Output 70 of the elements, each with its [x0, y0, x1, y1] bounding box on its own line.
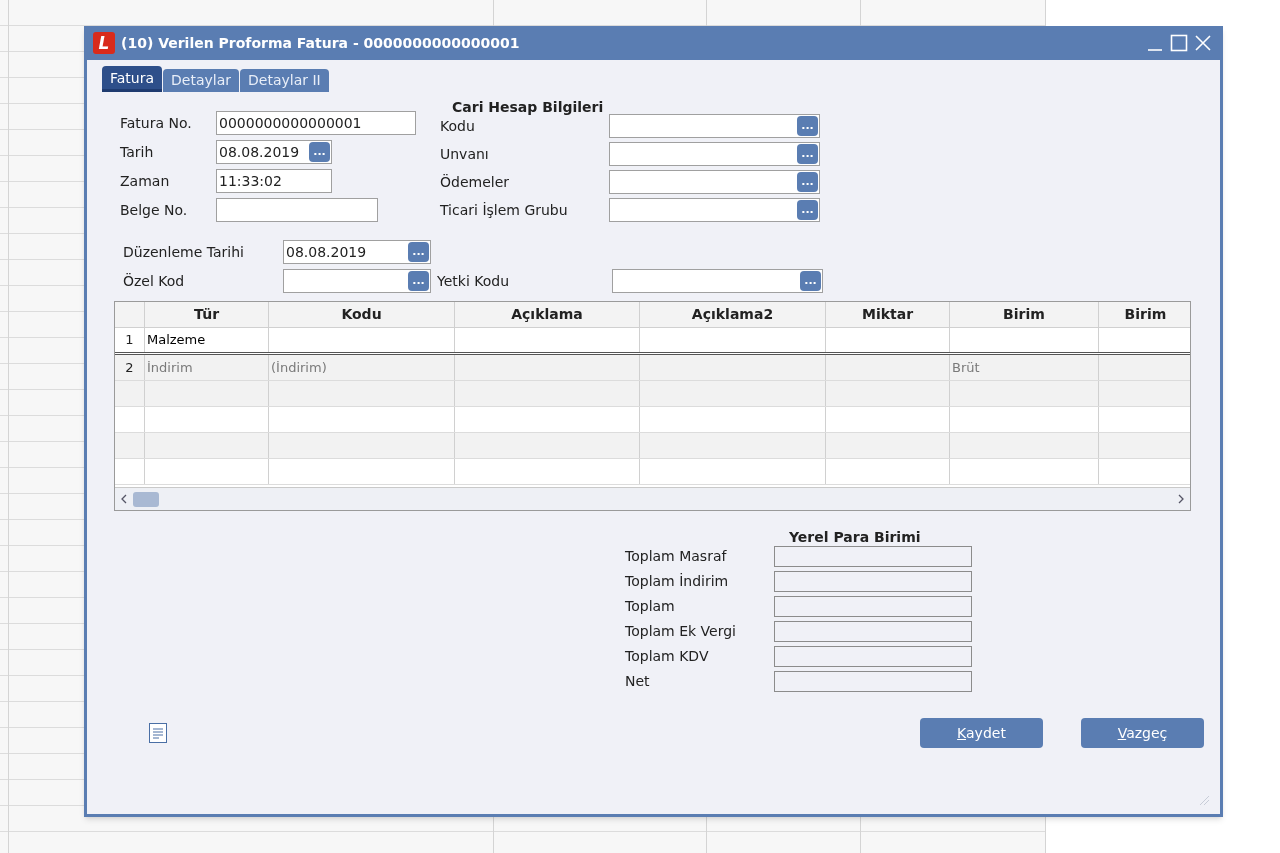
- app-logo: L: [93, 32, 115, 54]
- field-label: Zaman: [120, 171, 171, 191]
- table-cell-text: İndirim: [147, 358, 193, 377]
- horizontal-scrollbar[interactable]: [115, 487, 1190, 510]
- row-number: 2: [125, 358, 134, 377]
- field-label: Belge No.: [120, 200, 189, 220]
- field-label: Ödemeler: [440, 172, 511, 192]
- lookup-button[interactable]: ...: [408, 242, 429, 262]
- lookup-button[interactable]: ...: [797, 116, 818, 136]
- field-value: 08.08.2019: [218, 142, 300, 162]
- input-field[interactable]: 08.08.2019 ...: [283, 240, 431, 264]
- field-value: 08.08.2019: [285, 242, 367, 262]
- column-header[interactable]: Miktar: [861, 304, 914, 325]
- lookup-button[interactable]: ...: [797, 144, 818, 164]
- input-field[interactable]: ...: [609, 114, 820, 138]
- dialog-button[interactable]: Vazgeç: [1081, 718, 1204, 748]
- field-label: Fatura No.: [120, 113, 193, 133]
- tab[interactable]: Fatura: [102, 66, 163, 92]
- lookup-button[interactable]: ...: [800, 271, 821, 291]
- notes-icon[interactable]: [148, 722, 168, 744]
- field-label: Toplam Masraf: [625, 547, 728, 566]
- resize-grip-icon[interactable]: [1198, 794, 1210, 806]
- field-value: 11:33:02: [218, 171, 282, 191]
- field-label: Toplam: [625, 597, 676, 616]
- scroll-left-icon[interactable]: [119, 493, 129, 505]
- lookup-button[interactable]: ...: [797, 172, 818, 192]
- field-label: Özel Kod: [123, 271, 186, 291]
- section-heading: Cari Hesap Bilgileri: [452, 98, 605, 117]
- input-field[interactable]: ...: [609, 170, 820, 194]
- dialog-button[interactable]: Kaydet: [920, 718, 1043, 748]
- field-label: Unvanı: [440, 144, 490, 164]
- scroll-thumb[interactable]: [133, 491, 159, 507]
- column-header[interactable]: Açıklama2: [691, 304, 774, 325]
- input-field[interactable]: 08.08.2019 ...: [216, 140, 332, 164]
- column-header[interactable]: Kodu: [341, 304, 382, 325]
- field-label: Toplam İndirim: [625, 572, 730, 591]
- column-header[interactable]: Birim: [1124, 304, 1167, 325]
- row-number: 1: [125, 331, 134, 350]
- scroll-right-icon[interactable]: [1176, 493, 1186, 505]
- table-cell-text: (İndirim): [271, 358, 327, 377]
- column-header[interactable]: Birim: [1003, 304, 1045, 325]
- maximize-icon[interactable]: [1170, 34, 1188, 52]
- input-field[interactable]: ...: [609, 142, 820, 166]
- window-title: (10) Verilen Proforma Fatura - 0000000000000001: [121, 33, 520, 53]
- tab[interactable]: Detaylar II: [240, 69, 329, 92]
- field-label: Kodu: [440, 116, 476, 136]
- input-field[interactable]: ...: [612, 269, 823, 293]
- input-field[interactable]: 0000000000000001: [216, 111, 416, 135]
- input-field[interactable]: ...: [609, 198, 820, 222]
- column-header[interactable]: Açıklama: [511, 304, 583, 325]
- lookup-button[interactable]: ...: [797, 200, 818, 220]
- field-label: Toplam Ek Vergi: [625, 622, 737, 641]
- lookup-button[interactable]: ...: [309, 142, 330, 162]
- field-label: Ticari İşlem Grubu: [440, 200, 569, 220]
- field-value: 0000000000000001: [218, 113, 362, 133]
- column-header[interactable]: Tür: [193, 304, 220, 325]
- field-label: Tarih: [120, 142, 155, 162]
- field-label: Yetki Kodu: [437, 271, 511, 291]
- table-cell-text: Brüt: [952, 358, 980, 377]
- field-label: Toplam KDV: [625, 647, 710, 666]
- field-label: Net: [625, 672, 651, 691]
- input-field[interactable]: [216, 198, 378, 222]
- input-field[interactable]: 11:33:02: [216, 169, 332, 193]
- tab[interactable]: Detaylar: [163, 69, 240, 92]
- close-icon[interactable]: [1194, 34, 1212, 52]
- table-cell-text: Malzeme: [147, 331, 206, 350]
- lookup-button[interactable]: ...: [408, 271, 429, 291]
- field-label: Düzenleme Tarihi: [123, 242, 245, 262]
- input-field[interactable]: ...: [283, 269, 431, 293]
- section-heading: Yerel Para Birimi: [789, 528, 922, 547]
